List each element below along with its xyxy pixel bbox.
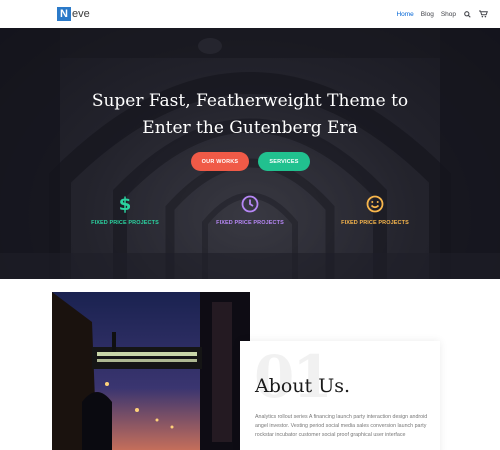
hero-title: Super Fast, Featherweight Theme to Enter… xyxy=(0,88,500,142)
feature-item: $ FIXED PRICE PROJECTS xyxy=(65,194,185,226)
about-card: 01 About Us. Analytics rollout series A … xyxy=(240,341,440,450)
nav-item-shop[interactable]: Shop xyxy=(441,11,456,18)
nav-item-home[interactable]: Home xyxy=(396,11,413,18)
services-button[interactable]: SERVICES xyxy=(258,152,310,171)
main-nav: Home Blog Shop xyxy=(396,0,488,28)
nav-item-blog[interactable]: Blog xyxy=(421,11,434,18)
hero-title-line-2: Enter the Gutenberg Era xyxy=(142,118,358,138)
hero-background-image xyxy=(0,28,500,279)
site-header: N eve Home Blog Shop xyxy=(0,0,500,28)
smiley-icon xyxy=(315,194,435,214)
site-logo[interactable]: N eve xyxy=(57,7,90,21)
dollar-icon: $ xyxy=(65,194,185,214)
logo-text: eve xyxy=(72,8,90,20)
feature-item: FIXED PRICE PROJECTS xyxy=(315,194,435,226)
logo-mark: N xyxy=(57,7,71,21)
about-image xyxy=(52,292,250,450)
about-text: Analytics rollout series A financing lau… xyxy=(255,414,428,438)
search-icon[interactable] xyxy=(463,10,472,19)
feature-item: FIXED PRICE PROJECTS xyxy=(190,194,310,226)
about-title: About Us. xyxy=(255,375,351,397)
feature-label: FIXED PRICE PROJECTS xyxy=(341,220,409,226)
our-works-button[interactable]: OUR WORKS xyxy=(191,152,249,171)
hero-title-line-1: Super Fast, Featherweight Theme to xyxy=(91,91,409,111)
feature-label: FIXED PRICE PROJECTS xyxy=(216,220,284,226)
hero-section: Super Fast, Featherweight Theme to Enter… xyxy=(0,28,500,279)
cart-icon[interactable] xyxy=(479,10,488,19)
clock-icon xyxy=(190,194,310,214)
svg-text:$: $ xyxy=(119,194,131,214)
feature-label: FIXED PRICE PROJECTS xyxy=(91,220,159,226)
